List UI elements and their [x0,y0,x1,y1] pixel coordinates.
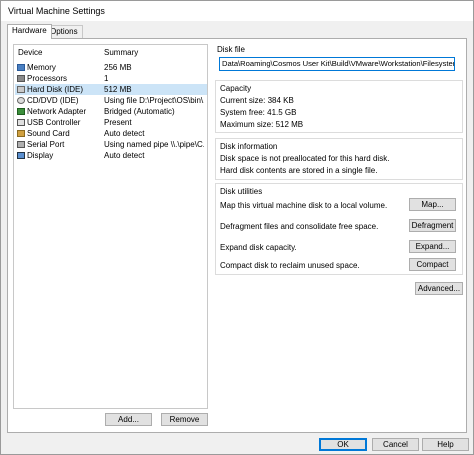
device-name: Network Adapter [27,107,87,116]
device-row[interactable]: Serial Port Using named pipe \\.\pipe\C..… [15,139,207,150]
device-name: USB Controller [27,118,81,127]
defragment-description: Defragment files and consolidate free sp… [220,222,379,231]
device-summary: Present [104,118,132,127]
device-name: Display [27,151,54,160]
device-summary: 1 [104,74,109,83]
current-size-text: Current size: 384 KB [220,96,294,105]
device-row[interactable]: Processors 1 [15,73,207,84]
compact-button[interactable]: Compact [409,258,456,271]
device-summary: 512 MB [104,85,132,94]
disk-file-path-field[interactable]: Data\Roaming\Cosmos User Kit\Build\VMwar… [219,57,455,71]
device-row[interactable]: Network Adapter Bridged (Automatic) [15,106,207,117]
capacity-label: Capacity [220,84,252,93]
advanced-button[interactable]: Advanced... [415,282,463,295]
device-summary: 256 MB [104,63,132,72]
device-list[interactable]: Device Summary Memory 256 MB Processors 1 Ha… [13,44,208,409]
window-title: Virtual Machine Settings [8,6,105,16]
serial-port-icon [17,141,25,148]
title-bar: Virtual Machine Settings [1,1,473,21]
system-free-text: System free: 41.5 GB [220,108,297,117]
help-button[interactable]: Help [422,438,469,451]
device-row[interactable]: Sound Card Auto detect [15,128,207,139]
device-summary: Bridged (Automatic) [104,107,175,116]
map-button[interactable]: Map... [409,198,456,211]
display-icon [17,152,25,159]
usb-controller-icon [17,119,25,126]
device-name: Sound Card [27,129,70,138]
device-row[interactable]: USB Controller Present [15,117,207,128]
vm-settings-window: Virtual Machine Settings Hardware Option… [0,0,474,455]
hard-disk-icon [17,86,25,93]
device-summary: Auto detect [104,151,145,160]
disk-utilities-label: Disk utilities [220,187,263,196]
device-summary: Auto detect [104,129,145,138]
expand-description: Expand disk capacity. [220,243,297,252]
device-name: Serial Port [27,140,65,149]
disk-file-group: Disk file Data\Roaming\Cosmos User Kit\B… [215,42,463,75]
defragment-button[interactable]: Defragment [409,219,456,232]
storage-text: Hard disk contents are stored in a singl… [220,166,378,175]
device-row[interactable]: Hard Disk (IDE) 512 MB [15,84,207,95]
maximum-size-text: Maximum size: 512 MB [220,120,304,129]
summary-column-header[interactable]: Summary [104,48,138,57]
expand-button[interactable]: Expand... [409,240,456,253]
map-description: Map this virtual machine disk to a local… [220,201,388,210]
memory-icon [17,64,25,71]
device-list-header: Device Summary [14,48,207,60]
device-summary: Using file D:\Project\OS\bin\... [104,96,204,105]
capacity-group: Capacity Current size: 384 KB System fre… [215,80,463,133]
device-column-header[interactable]: Device [18,48,42,57]
sound-card-icon [17,130,25,137]
ok-button[interactable]: OK [319,438,367,451]
add-device-button[interactable]: Add... [105,413,152,426]
device-name: Memory [27,63,56,72]
network-adapter-icon [17,108,25,115]
cd-dvd-icon [17,97,25,104]
device-row[interactable]: CD/DVD (IDE) Using file D:\Project\OS\bin… [15,95,207,106]
cancel-button[interactable]: Cancel [372,438,419,451]
disk-information-label: Disk information [220,142,278,151]
compact-description: Compact disk to reclaim unused space. [220,261,360,270]
device-row[interactable]: Memory 256 MB [15,62,207,73]
tab-hardware[interactable]: Hardware [7,24,52,39]
preallocation-text: Disk space is not preallocated for this … [220,154,390,163]
disk-information-group: Disk information Disk space is not preal… [215,138,463,180]
device-row[interactable]: Display Auto detect [15,150,207,161]
hardware-panel: Device Summary Memory 256 MB Processors 1 Ha… [7,38,467,433]
device-summary: Using named pipe \\.\pipe\C... [104,140,204,149]
remove-device-button[interactable]: Remove [161,413,208,426]
disk-file-label: Disk file [217,45,246,54]
processor-icon [17,75,25,82]
device-name: Hard Disk (IDE) [27,85,84,94]
disk-utilities-group: Disk utilities Map this virtual machine … [215,183,463,275]
device-name: Processors [27,74,68,83]
device-name: CD/DVD (IDE) [27,96,79,105]
